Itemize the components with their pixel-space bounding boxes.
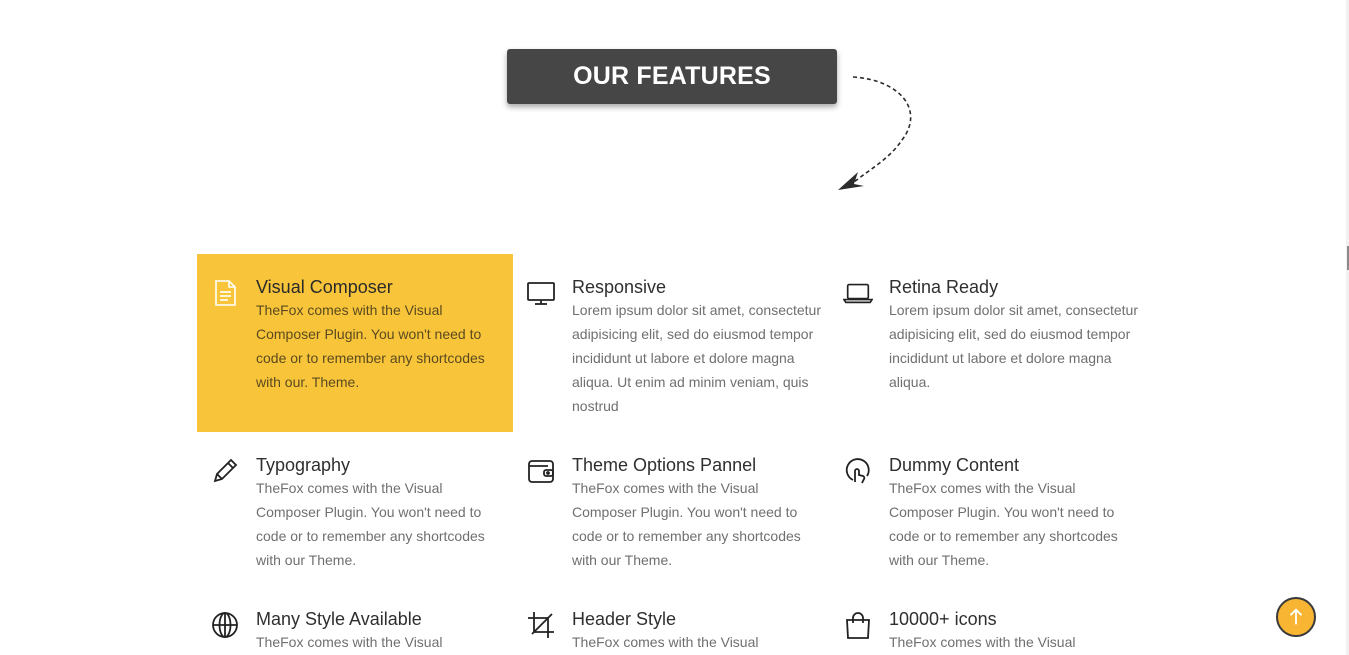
- feature-card-icons[interactable]: 10000+ icons TheFox comes with the Visua…: [830, 586, 1146, 655]
- crop-icon: [526, 610, 556, 640]
- feature-text: TheFox comes with the Visual: [256, 634, 443, 650]
- feature-title: Many Style Available: [256, 609, 422, 629]
- feature-card-many-style[interactable]: Many Style Available TheFox comes with t…: [197, 586, 513, 655]
- feature-title: Responsive: [572, 277, 667, 297]
- dashed-arrow-icon: [838, 76, 912, 190]
- feature-text: TheFox comes with the Visual Composer Pl…: [889, 480, 1118, 568]
- feature-title: Dummy Content: [889, 455, 1020, 475]
- arrow-up-icon: [1289, 608, 1303, 625]
- feature-title: Visual Composer: [256, 277, 393, 297]
- feature-card-typography[interactable]: Typography TheFox comes with the Visual …: [197, 432, 513, 582]
- feature-text: TheFox comes with the Visual Composer Pl…: [256, 480, 485, 568]
- shopping-bag-icon: [843, 610, 873, 640]
- feature-card-theme-options[interactable]: Theme Options Pannel TheFox comes with t…: [513, 432, 829, 582]
- laptop-icon: [843, 278, 873, 308]
- feature-text: Lorem ipsum dolor sit amet, consectetur …: [572, 302, 821, 414]
- section-title: OUR FEATURES: [573, 62, 771, 90]
- feature-text: TheFox comes with the Visual: [572, 634, 759, 650]
- feature-card-visual-composer[interactable]: Visual Composer TheFox comes with the Vi…: [197, 254, 513, 432]
- touch-icon: [843, 456, 873, 486]
- page: OUR FEATURES Visual Composer TheFox come…: [0, 0, 1349, 655]
- feature-text: TheFox comes with the Visual Composer Pl…: [572, 480, 801, 568]
- feature-text: Lorem ipsum dolor sit amet, consectetur …: [889, 302, 1138, 390]
- monitor-icon: [526, 278, 556, 308]
- feature-card-dummy-content[interactable]: Dummy Content TheFox comes with the Visu…: [830, 432, 1146, 582]
- feature-text: TheFox comes with the Visual: [889, 634, 1076, 650]
- feature-text: TheFox comes with the Visual Composer Pl…: [256, 302, 485, 390]
- wallet-icon: [526, 456, 556, 486]
- document-icon: [210, 278, 240, 308]
- globe-icon: [210, 610, 240, 640]
- feature-card-header-style[interactable]: Header Style TheFox comes with the Visua…: [513, 586, 829, 655]
- feature-title: Typography: [256, 455, 351, 475]
- feature-card-responsive[interactable]: Responsive Lorem ipsum dolor sit amet, c…: [513, 254, 829, 432]
- scroll-to-top-button[interactable]: [1276, 597, 1316, 637]
- pencil-icon: [210, 456, 240, 486]
- feature-card-retina-ready[interactable]: Retina Ready Lorem ipsum dolor sit amet,…: [830, 254, 1146, 432]
- feature-title: Theme Options Pannel: [572, 455, 757, 475]
- feature-title: 10000+ icons: [889, 609, 997, 629]
- feature-title: Header Style: [572, 609, 677, 629]
- section-title-badge: OUR FEATURES: [507, 49, 837, 104]
- feature-title: Retina Ready: [889, 277, 999, 297]
